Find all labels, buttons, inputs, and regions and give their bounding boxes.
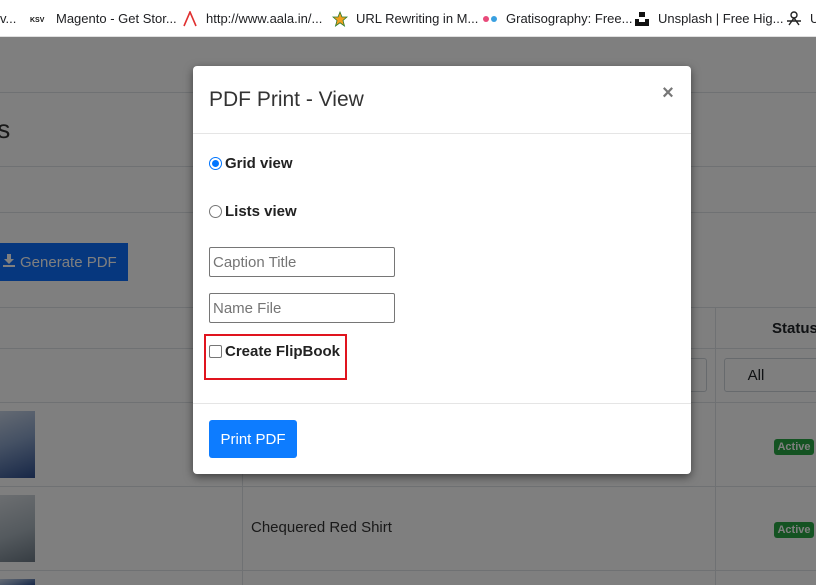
bookmark-item-url-rewriting[interactable]: URL Rewriting in M... [331,0,479,36]
create-flipbook-checkbox[interactable] [209,345,222,358]
bookmark-label: URL Rewriting in M... [356,11,479,26]
lists-view-option[interactable]: Lists view [209,203,297,220]
close-icon[interactable]: × [659,83,677,103]
lambda-icon [182,9,198,27]
print-pdf-button[interactable]: Print PDF [209,420,297,458]
bookmark-label: http://www.aala.in/... [206,11,323,26]
bookmark-label: Unsplash | Free Hig... [658,11,784,26]
unsplash-icon [634,11,650,27]
bookmark-item-aala[interactable]: http://www.aala.in/... [182,0,323,36]
caption-title-input[interactable] [209,247,395,277]
lists-view-label: Lists view [225,203,297,220]
modal-footer-divider [193,403,691,404]
star-icon [331,10,349,27]
lists-view-radio[interactable] [209,205,222,218]
grid-view-label: Grid view [225,155,293,172]
bookmarks-bar: v... KSV Magento - Get Stor... http://ww… [0,0,816,37]
bookmark-label: U [810,11,816,26]
svg-text:KSV: KSV [30,17,45,24]
create-flipbook-label: Create FlipBook [225,343,341,360]
grid-view-radio[interactable] [209,157,222,170]
bookmark-item-u[interactable]: U [786,0,816,36]
modal-title: PDF Print - View [209,88,364,111]
dots-icon [482,11,498,27]
bookmark-label: Magento - Get Stor... [56,11,177,26]
modal-header: PDF Print - View × [193,66,691,134]
grid-view-option[interactable]: Grid view [209,155,293,172]
bookmark-item-unsplash[interactable]: Unsplash | Free Hig... [634,0,784,36]
create-flipbook-option[interactable]: Create FlipBook [209,343,340,360]
bookmark-item-gratisography[interactable]: Gratisography: Free... [482,0,633,36]
network-icon [786,10,802,27]
bookmark-label: Gratisography: Free... [506,11,633,26]
ksv-icon: KSV [30,11,48,27]
bookmark-label: v... [0,11,17,26]
bookmark-item-magento[interactable]: KSV Magento - Get Stor... [30,0,177,36]
bookmark-item[interactable]: v... [0,0,17,36]
pdf-print-modal: PDF Print - View × Grid view Lists view … [193,66,691,474]
name-file-input[interactable] [209,293,395,323]
